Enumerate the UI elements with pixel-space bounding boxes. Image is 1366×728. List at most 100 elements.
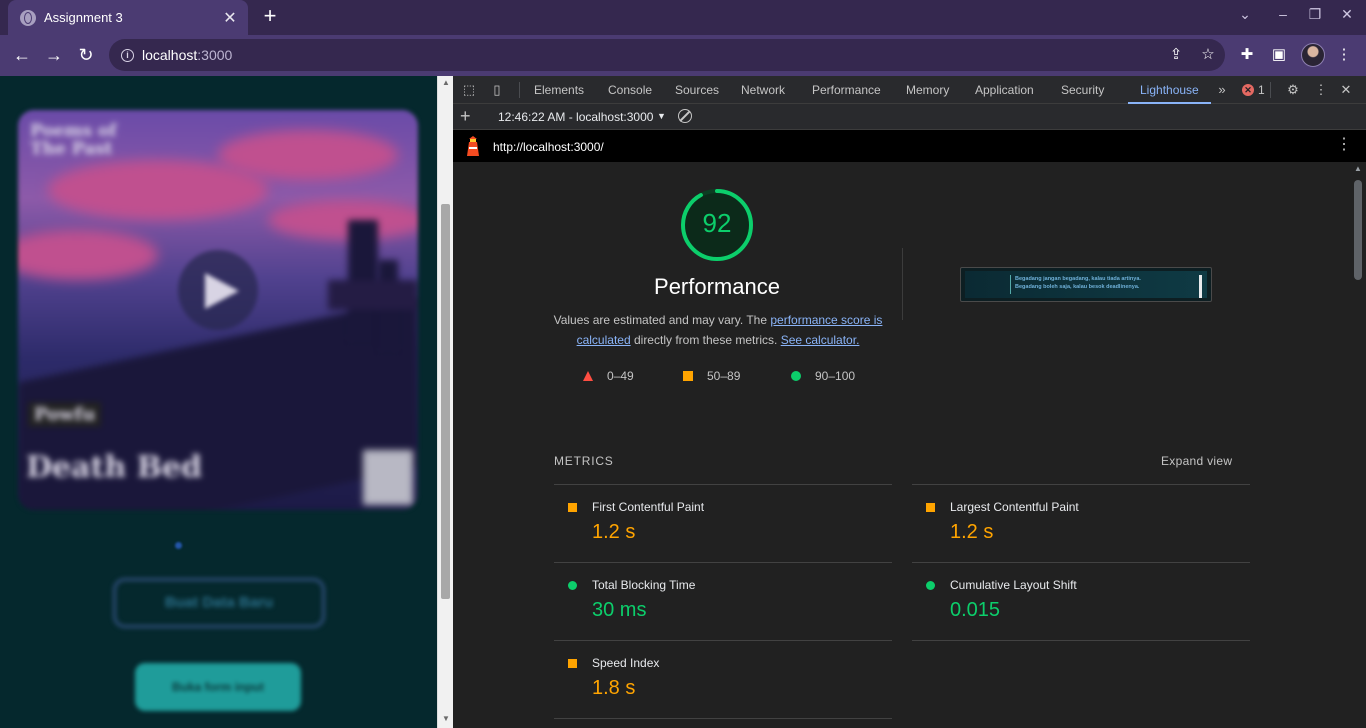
browser-toolbar: ← → ↻ i localhost :3000 ⇪ ☆ ✚ ▣ ⋮	[0, 35, 1366, 76]
metric-name: First Contentful Paint	[592, 500, 705, 514]
metric-value: 1.2 s	[950, 521, 994, 543]
profile-avatar[interactable]	[1301, 43, 1325, 67]
browser-tab[interactable]: Assignment 3 ✕	[8, 0, 248, 35]
report-url-bar: http://localhost:3000/ ⋮	[453, 130, 1366, 162]
tab-memory[interactable]: Memory	[906, 76, 949, 104]
open-input-form-button[interactable]: Buka form input	[135, 663, 301, 711]
restore-button[interactable]: ❐	[1303, 6, 1327, 23]
address-bar[interactable]: i localhost :3000	[109, 39, 1225, 71]
site-info-icon[interactable]: i	[121, 48, 134, 62]
report-url: http://localhost:3000/	[493, 140, 604, 154]
tab-lighthouse[interactable]: Lighthouse	[1128, 76, 1211, 104]
bookmark-star-icon[interactable]: ☆	[1198, 45, 1218, 65]
card-title: Poems of The Past	[30, 121, 117, 159]
metric-name: Speed Index	[592, 656, 660, 670]
metric-first-contentful-paint: First Contentful Paint 1.2 s	[554, 484, 892, 562]
lighthouse-report: 92 Performance Values are estimated and …	[453, 162, 1350, 728]
tab-application[interactable]: Application	[975, 76, 1034, 104]
legend-average-range: 50–89	[707, 369, 741, 383]
new-report-icon[interactable]: +	[460, 106, 471, 127]
legend-average: 50–89	[683, 369, 740, 383]
square-icon	[683, 371, 693, 381]
legend-pass: 90–100	[791, 369, 855, 383]
close-window-button[interactable]: ✕	[1335, 6, 1359, 23]
web-page-viewport: Poems of The Past Powfu Death Bed Buat D…	[0, 76, 437, 728]
metric-speed-index: Speed Index 1.8 s	[554, 640, 892, 718]
tab-performance[interactable]: Performance	[812, 76, 881, 104]
performance-score: 92	[702, 208, 732, 238]
close-tab-icon[interactable]: ✕	[222, 8, 238, 28]
metric-name: Total Blocking Time	[592, 578, 696, 592]
card-artist: Powfu	[28, 402, 102, 427]
close-devtools-icon[interactable]: ✕	[1338, 82, 1354, 98]
tab-search-icon[interactable]: ⌄	[1233, 6, 1257, 23]
metric-list-bottom-border	[554, 718, 892, 719]
play-icon	[205, 273, 239, 309]
error-count: 1	[1258, 83, 1265, 97]
final-screenshot[interactable]: Begadang jangan begadang, kalau tiada ar…	[960, 267, 1212, 302]
reload-button[interactable]: ↻	[74, 43, 98, 67]
metric-value: 30 ms	[592, 599, 647, 621]
lighthouse-logo-icon	[467, 136, 479, 156]
screenshot-quote: Begadang jangan begadang, kalau tiada ar…	[1010, 275, 1160, 294]
devtools-panel: ⬚ ▯ Elements Console Sources Network Per…	[453, 76, 1366, 728]
url-port: :3000	[197, 47, 233, 63]
average-square-icon	[926, 503, 935, 512]
minimize-button[interactable]: –	[1271, 6, 1295, 22]
report-scrollbar[interactable]: ▲	[1350, 162, 1366, 728]
album-card[interactable]: Poems of The Past Powfu Death Bed	[18, 110, 418, 510]
tab-strip: Assignment 3 ✕ + ⌄ – ❐ ✕	[0, 0, 1366, 35]
report-menu-icon[interactable]: ⋮	[1336, 137, 1352, 153]
metric-grid-bottom-border	[912, 640, 1250, 641]
scroll-down-arrow-icon[interactable]: ▼	[441, 714, 451, 723]
metric-value: 0.015	[950, 599, 1001, 621]
average-square-icon	[568, 503, 577, 512]
tab-network[interactable]: Network	[741, 76, 785, 104]
globe-icon	[20, 9, 36, 26]
metric-largest-contentful-paint: Largest Contentful Paint 1.2 s	[912, 484, 1250, 562]
report-scrollbar-thumb[interactable]	[1354, 180, 1362, 280]
page-scrollbar-thumb[interactable]	[441, 204, 450, 599]
url-host: localhost	[142, 47, 198, 63]
tab-sources[interactable]: Sources	[675, 76, 719, 104]
tab-console[interactable]: Console	[608, 76, 652, 104]
share-icon[interactable]: ⇪	[1166, 45, 1186, 65]
report-selector[interactable]: 12:46:22 AM - localhost:3000	[498, 110, 653, 124]
extensions-icon[interactable]: ✚	[1237, 45, 1257, 65]
tab-elements[interactable]: Elements	[534, 76, 584, 104]
error-icon: ✕	[1242, 84, 1254, 96]
create-data-button[interactable]: Buat Data Baru	[113, 578, 325, 628]
page-scrollbar[interactable]: ▲ ▼	[437, 76, 453, 728]
device-toolbar-icon[interactable]: ▯	[489, 82, 505, 98]
back-button[interactable]: ←	[10, 43, 34, 67]
divider	[902, 248, 903, 320]
carousel-dot[interactable]	[175, 542, 182, 549]
inspect-element-icon[interactable]: ⬚	[461, 82, 477, 98]
see-calculator-link[interactable]: See calculator.	[781, 333, 860, 347]
new-tab-button[interactable]: +	[258, 5, 282, 29]
metrics-heading: METRICS	[554, 454, 614, 468]
metric-total-blocking-time: Total Blocking Time 30 ms	[554, 562, 892, 640]
desc-prefix: Values are estimated and may vary. The	[553, 313, 771, 327]
devtools-menu-icon[interactable]: ⋮	[1313, 82, 1329, 98]
clear-reports-icon[interactable]	[678, 109, 692, 123]
tab-security[interactable]: Security	[1061, 76, 1104, 104]
expand-view-toggle[interactable]: Expand view	[1161, 454, 1232, 468]
chevron-down-icon[interactable]: ▼	[657, 111, 666, 121]
screenshot-text-1: Begadang jangan begadang, kalau tiada ar…	[1015, 276, 1141, 282]
scroll-up-arrow-icon[interactable]: ▲	[441, 78, 451, 87]
performance-description: Values are estimated and may vary. The p…	[553, 310, 883, 350]
settings-gear-icon[interactable]: ⚙	[1285, 82, 1301, 98]
error-counter[interactable]: ✕ 1	[1242, 83, 1265, 97]
more-tabs-icon[interactable]: »	[1214, 82, 1230, 98]
scroll-up-arrow-icon[interactable]: ▲	[1354, 164, 1362, 173]
browser-menu-icon[interactable]: ⋮	[1334, 45, 1354, 65]
metric-name: Largest Contentful Paint	[950, 500, 1079, 514]
category-title: Performance	[654, 274, 780, 299]
screenshot-text-2: Begadang boleh saja, kalau besok deadlin…	[1015, 284, 1140, 290]
metric-value: 1.2 s	[592, 521, 636, 543]
forward-button[interactable]: →	[42, 43, 66, 67]
legend-fail: 0–49	[583, 369, 634, 383]
circle-icon	[791, 371, 801, 381]
side-panel-icon[interactable]: ▣	[1269, 45, 1289, 65]
